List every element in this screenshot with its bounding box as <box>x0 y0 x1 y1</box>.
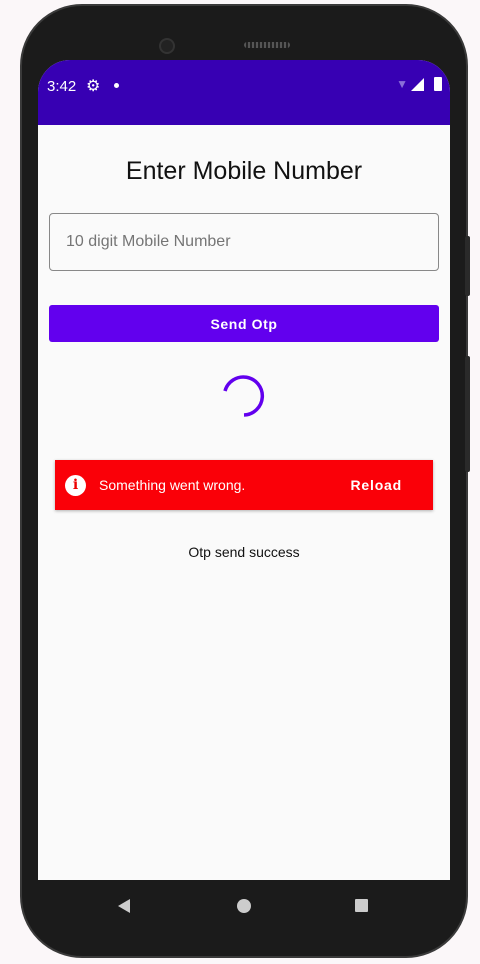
speaker-grille <box>244 42 290 48</box>
mobile-number-input[interactable] <box>49 213 439 271</box>
status-message: Otp send success <box>188 544 300 560</box>
status-bar: 3:42 ⚙ ▼ <box>38 60 450 125</box>
status-time: 3:42 <box>47 78 77 95</box>
navigation-bar <box>38 880 450 930</box>
camera-icon <box>159 38 175 54</box>
back-icon[interactable] <box>118 899 130 913</box>
page-title: Enter Mobile Number <box>125 157 363 185</box>
screen: 3:42 ⚙ ▼ Enter Mobile Number Send Otp i … <box>38 60 450 880</box>
notification-dot-icon <box>114 83 119 88</box>
error-snackbar: i Something went wrong. Reload <box>55 460 433 510</box>
loading-spinner <box>223 375 265 417</box>
volume-button <box>465 236 470 296</box>
home-icon[interactable] <box>237 899 251 913</box>
reload-button[interactable]: Reload <box>351 477 402 493</box>
info-icon: i <box>65 474 86 496</box>
power-button <box>465 356 470 472</box>
snackbar-message: Something went wrong. <box>99 477 246 493</box>
wifi-off-icon: ▼ <box>396 77 408 91</box>
recents-icon[interactable] <box>355 899 368 912</box>
send-otp-button[interactable]: Send Otp <box>49 305 439 342</box>
signal-icon <box>411 78 424 91</box>
gear-icon: ⚙ <box>86 78 101 95</box>
battery-icon <box>434 77 442 91</box>
